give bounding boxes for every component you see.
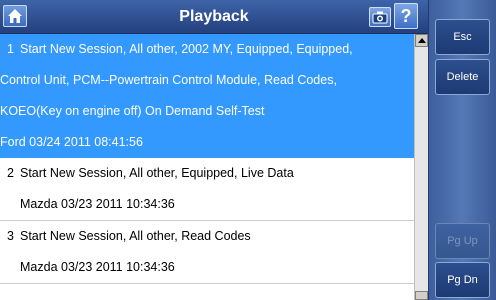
session-item-line: 2 Start New Session, All other, Equipped,… [0, 158, 414, 189]
session-number: 3 [7, 229, 14, 243]
camera-icon [372, 11, 388, 24]
page-down-button[interactable]: Pg Dn [435, 262, 490, 298]
session-timestamp: Ford 03/24 2011 08:41:56 [0, 135, 143, 149]
session-text: Control Unit, PCM--Powertrain Control Mo… [0, 73, 337, 87]
home-button[interactable] [3, 5, 27, 27]
session-number: 1 [7, 42, 14, 56]
arrow-up-icon [418, 38, 426, 43]
session-text: Start New Session, All other, Equipped, … [20, 166, 294, 180]
session-item-2[interactable]: 2 Start New Session, All other, Equipped,… [0, 158, 414, 221]
help-button[interactable]: ? [394, 3, 418, 29]
page-title: Playback [179, 8, 249, 25]
session-text: Start New Session, All other, 2002 MY, E… [20, 42, 353, 56]
vertical-scrollbar[interactable] [414, 34, 428, 300]
session-list: 1 Start New Session, All other, 2002 MY, … [0, 34, 414, 300]
delete-button[interactable]: Delete [435, 59, 490, 95]
title-bar: Playback ? [0, 0, 428, 34]
session-item-line: 3 Start New Session, All other, Read Code… [0, 221, 414, 252]
camera-button[interactable] [369, 7, 391, 27]
session-item-1[interactable]: 1 Start New Session, All other, 2002 MY, … [0, 34, 414, 158]
session-number: 2 [7, 166, 14, 180]
session-timestamp: Mazda 03/23 2011 10:34:36 [20, 260, 175, 274]
esc-button[interactable]: Esc [435, 19, 490, 55]
session-text: KOEO(Key on engine off) On Demand Self-T… [0, 104, 265, 118]
playback-screen: Playback ? 1 Start New Session, All other… [0, 0, 496, 300]
session-item-3[interactable]: 3 Start New Session, All other, Read Code… [0, 221, 414, 284]
session-text: Start New Session, All other, Read Codes [20, 229, 251, 243]
side-panel: Esc Delete Pg Up Pg Dn [428, 0, 496, 300]
scroll-down-button[interactable] [415, 291, 428, 300]
session-item-line: 1 Start New Session, All other, 2002 MY, … [0, 34, 414, 65]
scroll-up-button[interactable] [415, 34, 428, 47]
home-icon [8, 9, 22, 23]
page-up-button[interactable]: Pg Up [435, 223, 490, 259]
session-timestamp: Mazda 03/23 2011 10:34:36 [20, 197, 175, 211]
